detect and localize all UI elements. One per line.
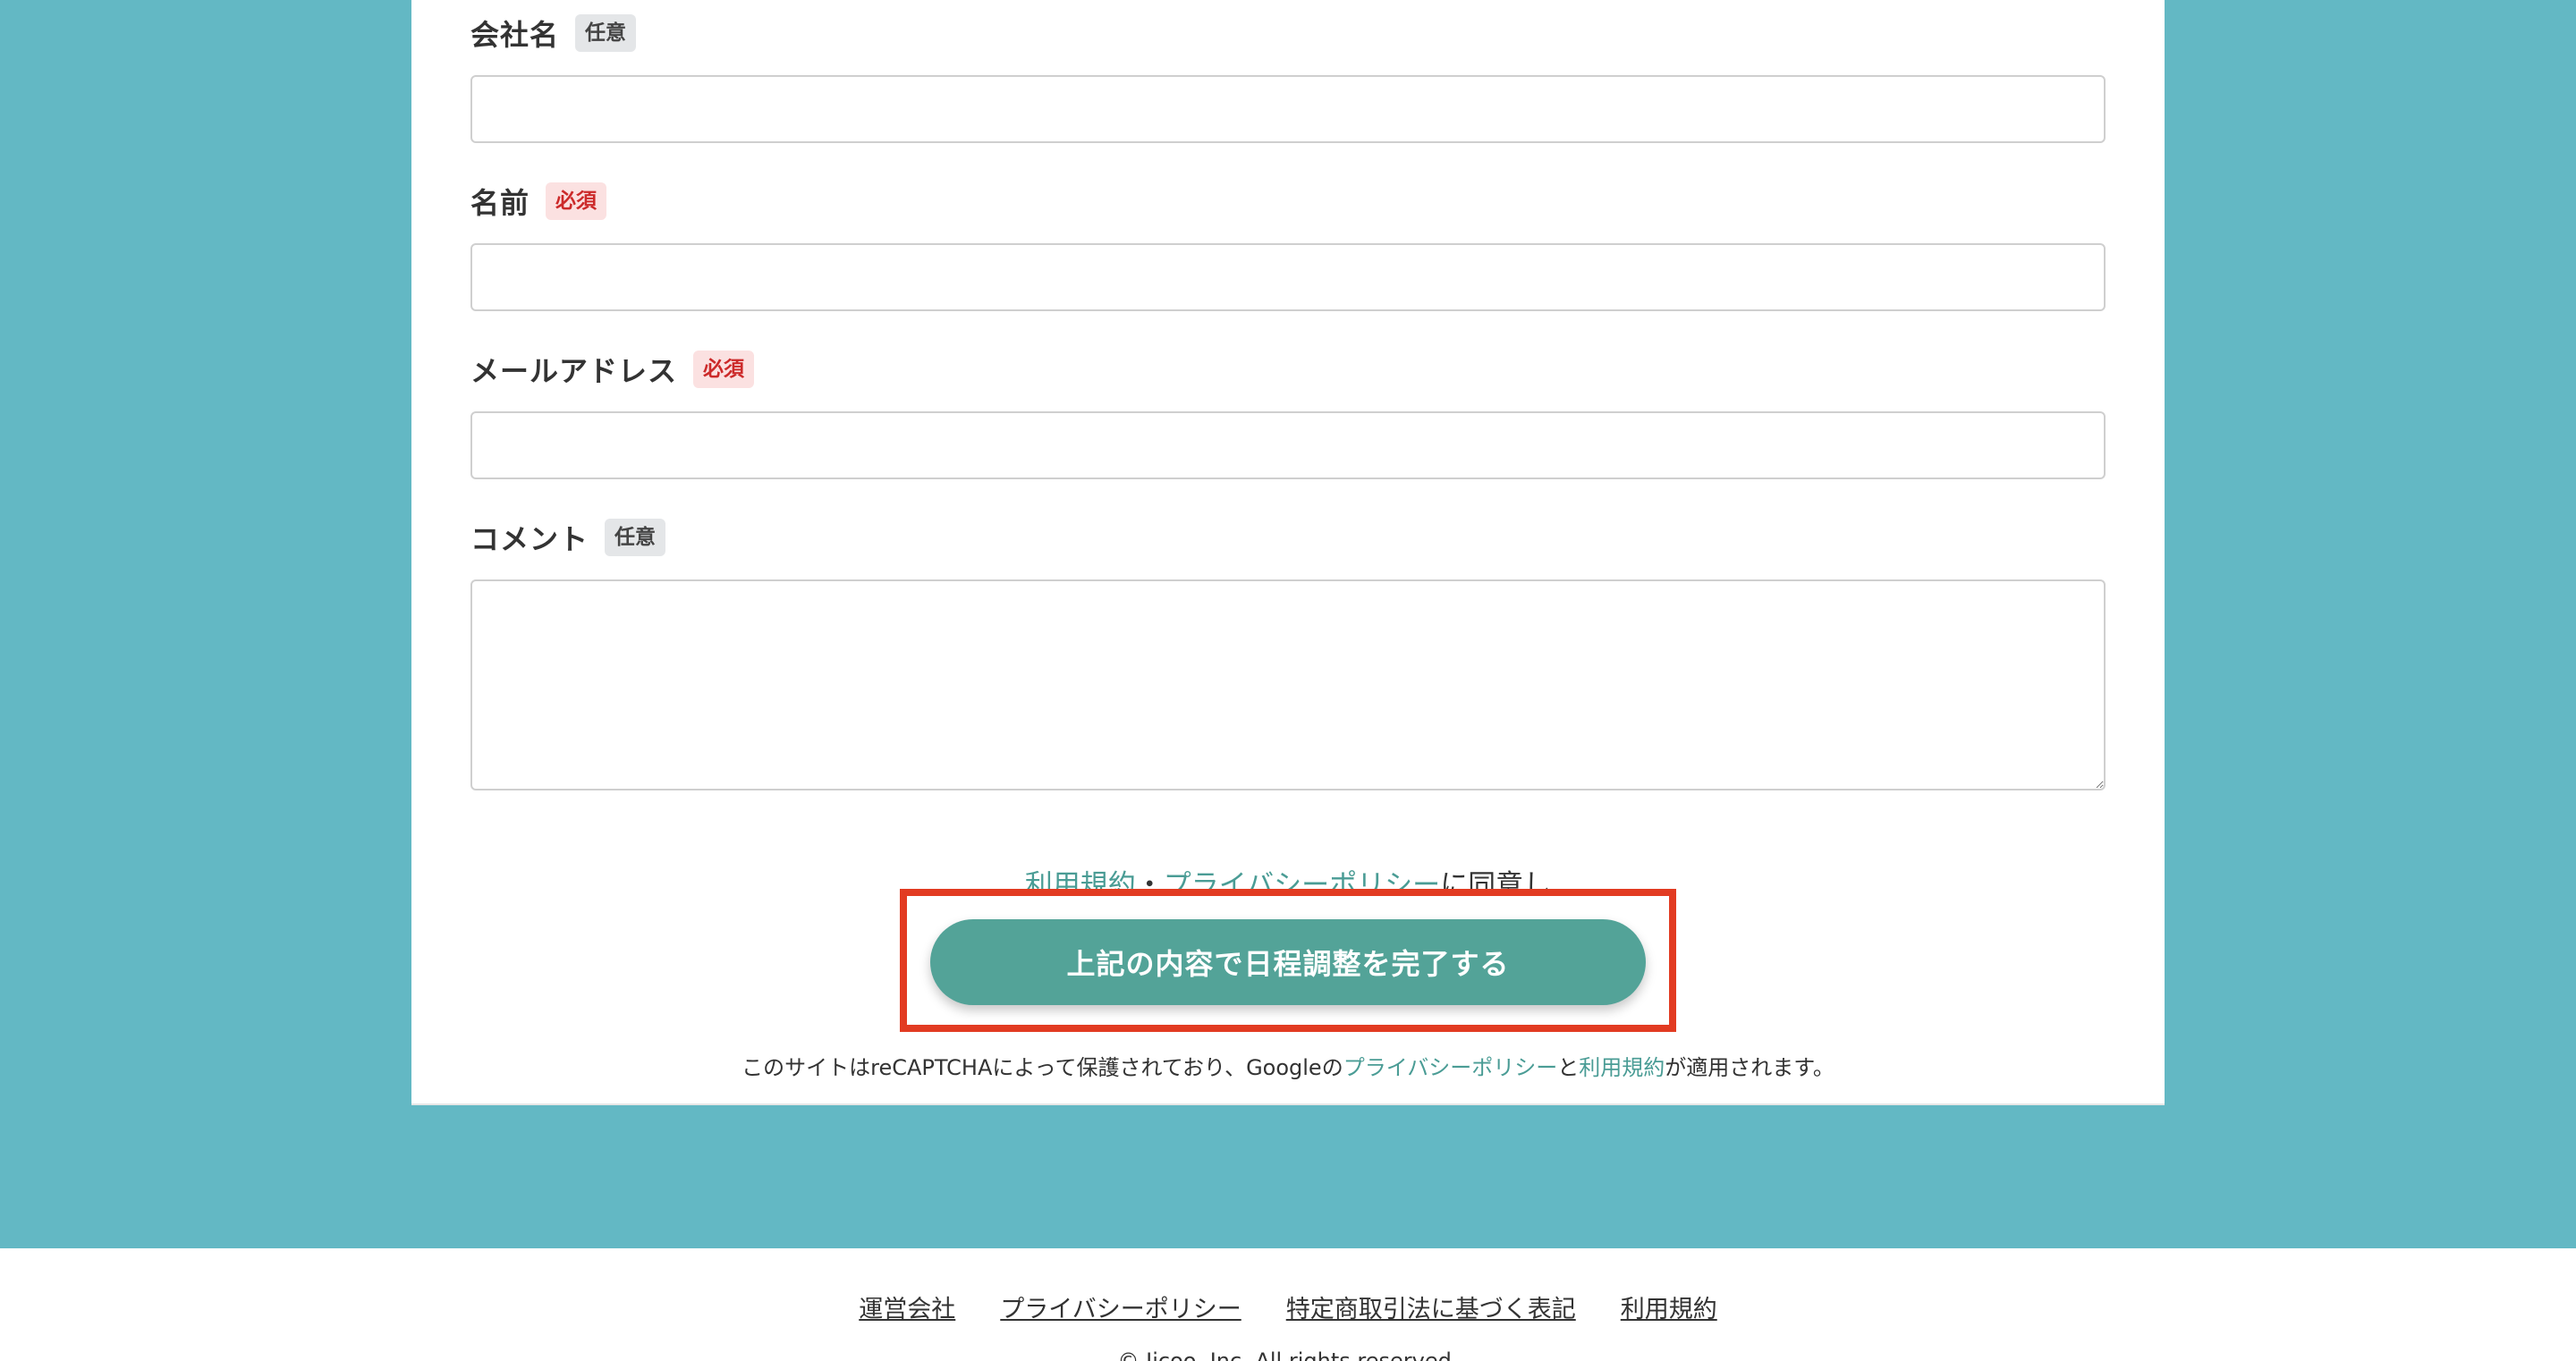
google-privacy-link[interactable]: プライバシーポリシー xyxy=(1343,1055,1558,1080)
recaptcha-notice: このサイトはreCAPTCHAによって保護されており、Googleのプライバシー… xyxy=(411,1050,2165,1081)
footer-link-terms[interactable]: 利用規約 xyxy=(1621,1289,1717,1324)
name-label: 名前 xyxy=(470,186,530,220)
company-label-row: 会社名 任意 xyxy=(470,11,2106,55)
footer-link-company[interactable]: 運営会社 xyxy=(859,1289,955,1324)
recaptcha-prefix: このサイトはreCAPTCHAによって保護されており、Googleの xyxy=(741,1055,1343,1080)
name-field-group: 名前 必須 xyxy=(470,179,2106,311)
copyright-text: © Jicoo, Inc. All rights reserved. xyxy=(1117,1348,1459,1361)
name-label-row: 名前 必須 xyxy=(470,179,2106,224)
footer-links: 運営会社 プライバシーポリシー 特定商取引法に基づく表記 利用規約 xyxy=(0,1289,2576,1324)
company-field-group: 会社名 任意 xyxy=(470,11,2106,143)
complete-scheduling-button[interactable]: 上記の内容で日程調整を完了する xyxy=(930,919,1646,1005)
optional-badge: 任意 xyxy=(575,14,637,52)
email-label: メールアドレス xyxy=(470,354,678,388)
comment-field-group: コメント 任意 xyxy=(470,515,2106,790)
company-label: 会社名 xyxy=(470,18,560,52)
recaptcha-middle: と xyxy=(1557,1055,1580,1080)
comment-label-row: コメント 任意 xyxy=(470,515,2106,560)
page: 会社名 任意 名前 必須 メールアドレス 必須 コメント 任意 利用規約・プライ… xyxy=(0,0,2576,1361)
site-footer: 運営会社 プライバシーポリシー 特定商取引法に基づく表記 利用規約 © Jico… xyxy=(0,1248,2576,1361)
email-label-row: メールアドレス 必須 xyxy=(470,347,2106,392)
company-input[interactable] xyxy=(470,75,2106,143)
required-badge: 必須 xyxy=(546,182,607,220)
footer-link-privacy[interactable]: プライバシーポリシー xyxy=(1000,1289,1241,1324)
name-input[interactable] xyxy=(470,243,2106,311)
comment-label: コメント xyxy=(470,522,589,556)
recaptcha-suffix: が適用されます。 xyxy=(1665,1055,1835,1080)
email-field-group: メールアドレス 必須 xyxy=(470,347,2106,479)
required-badge: 必須 xyxy=(693,351,755,388)
optional-badge: 任意 xyxy=(605,519,666,556)
google-terms-link[interactable]: 利用規約 xyxy=(1579,1055,1665,1080)
comment-textarea[interactable] xyxy=(470,579,2106,790)
booking-form-card: 会社名 任意 名前 必須 メールアドレス 必須 コメント 任意 利用規約・プライ… xyxy=(411,0,2165,1105)
footer-link-commerce-law[interactable]: 特定商取引法に基づく表記 xyxy=(1286,1289,1576,1324)
email-input[interactable] xyxy=(470,411,2106,479)
